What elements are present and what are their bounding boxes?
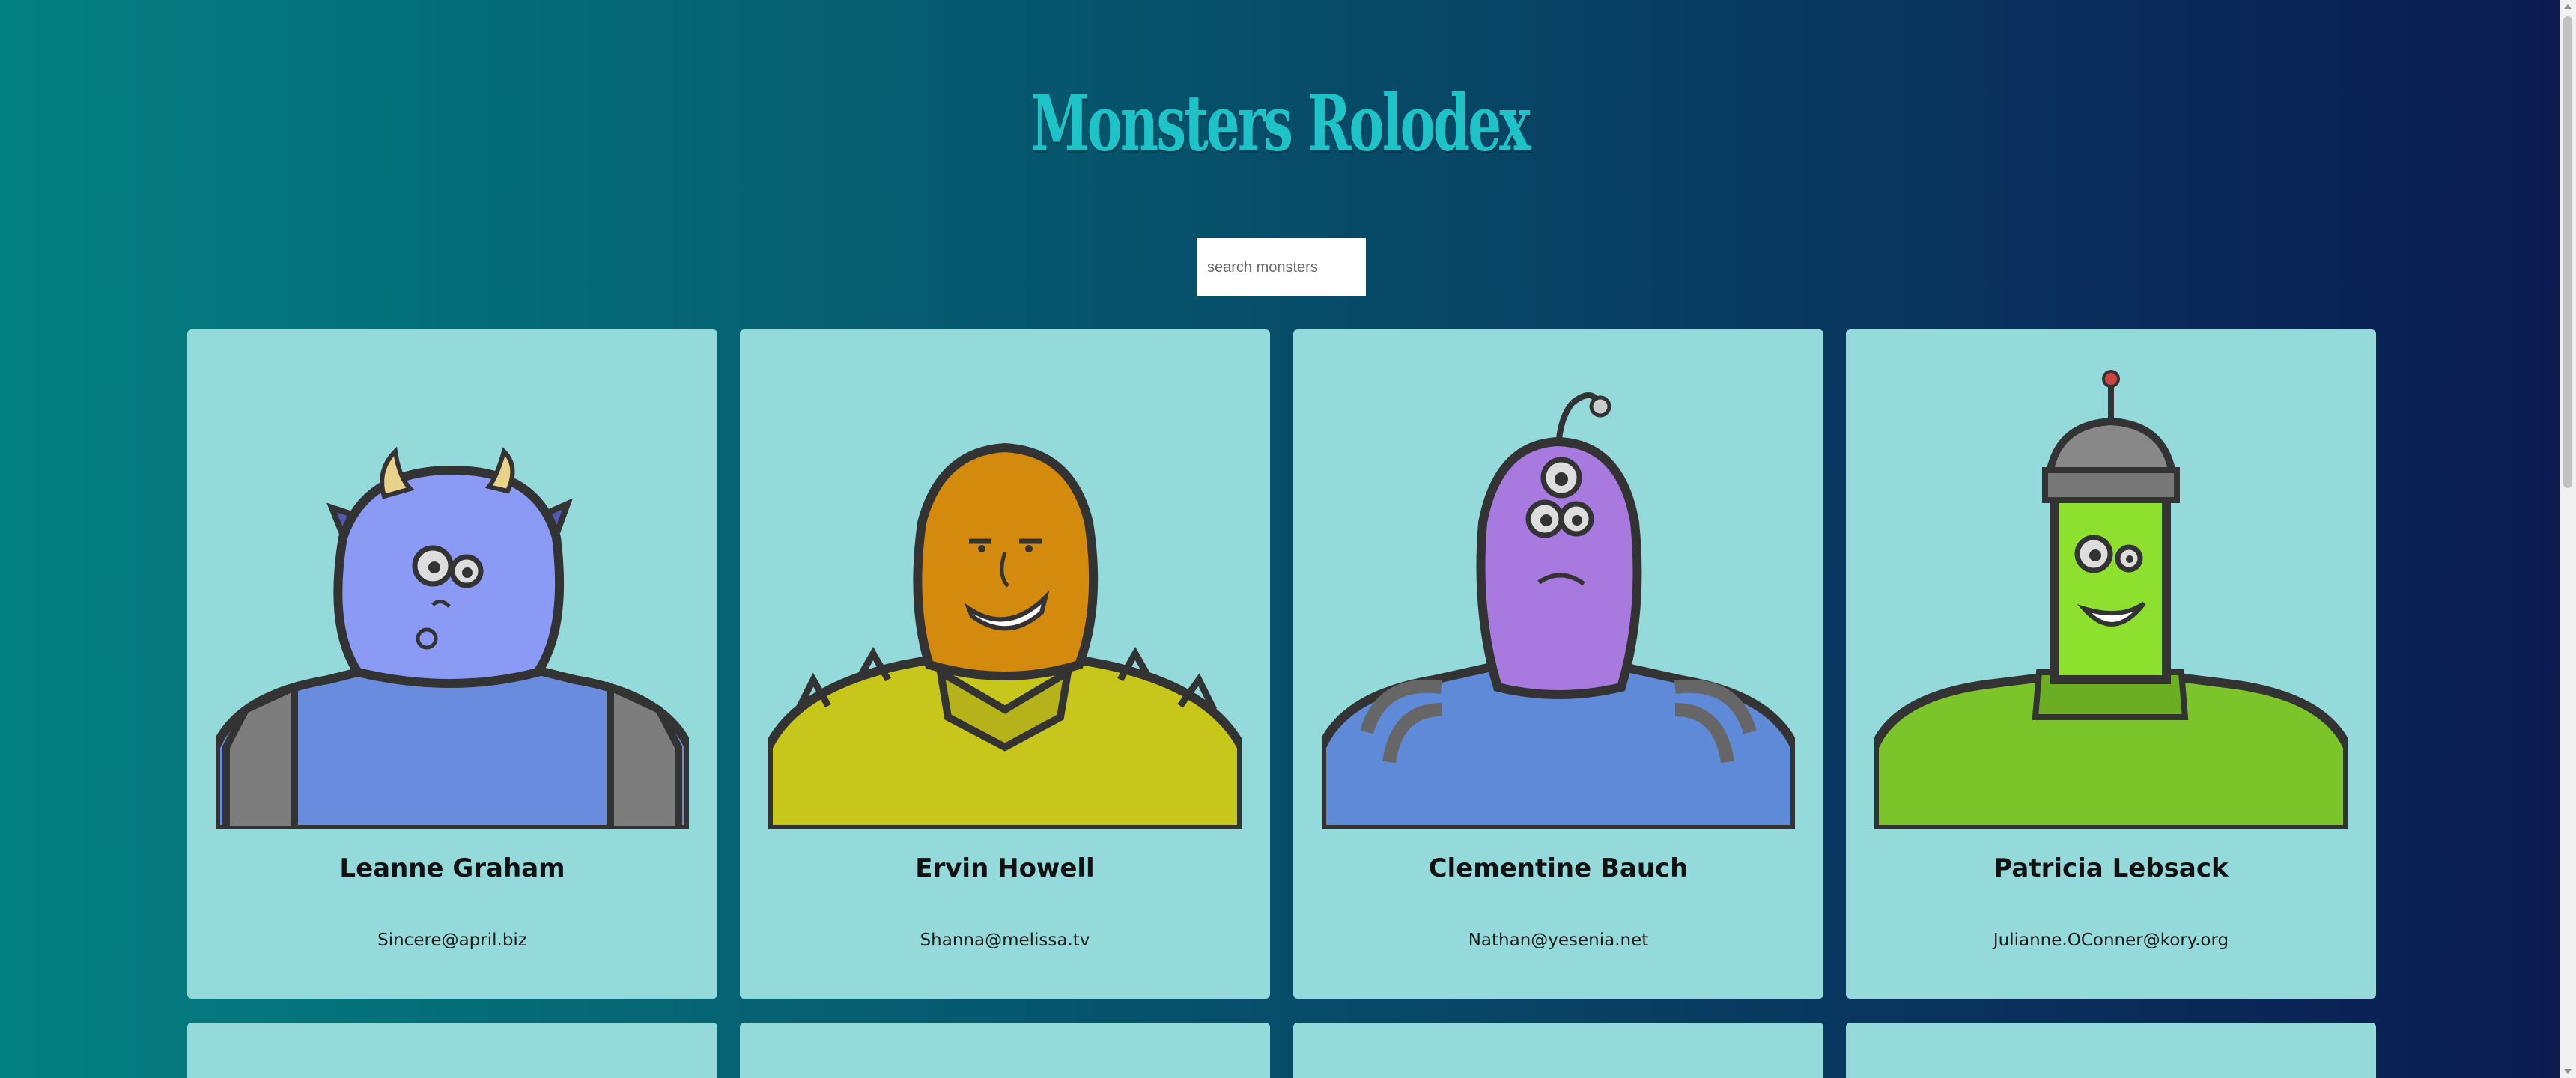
monster-card[interactable]	[1846, 1023, 2376, 1078]
scroll-up-icon[interactable]	[2564, 4, 2572, 9]
monster-avatar	[1874, 358, 2348, 829]
monster-card[interactable]	[187, 1023, 717, 1078]
monster-email: Julianne.OConner@kory.org	[1993, 931, 2229, 950]
monster-name: Clementine Bauch	[1428, 853, 1689, 883]
monster-email: Shanna@melissa.tv	[920, 931, 1090, 950]
scroll-down-icon[interactable]	[2564, 1069, 2572, 1074]
monster-card[interactable]: Leanne Graham Sincere@april.biz	[187, 329, 717, 999]
orange-hooded-monster-icon	[768, 442, 1242, 829]
monster-card[interactable]: Patricia Lebsack Julianne.OConner@kory.o…	[1846, 329, 2376, 999]
monster-name: Leanne Graham	[339, 853, 565, 883]
monster-name: Patricia Lebsack	[1993, 853, 2229, 883]
monster-card[interactable]: Clementine Bauch Nathan@yesenia.net	[1293, 329, 1823, 999]
page-title: Monsters Rolodex	[1030, 79, 1531, 169]
page-scrollbar[interactable]	[2560, 0, 2576, 1078]
blue-horned-monster-icon	[216, 446, 689, 829]
monster-card[interactable]	[1293, 1023, 1823, 1078]
search-input[interactable]	[1197, 238, 1366, 296]
monster-avatar	[768, 358, 1242, 829]
monster-email: Nathan@yesenia.net	[1468, 931, 1649, 950]
monster-email: Sincere@april.biz	[377, 931, 527, 950]
monster-name: Ervin Howell	[915, 853, 1095, 883]
scrollbar-thumb[interactable]	[2563, 16, 2572, 488]
monster-card[interactable]	[740, 1023, 1270, 1078]
monster-avatar	[216, 358, 689, 829]
purple-cyclops-monster-icon	[1322, 392, 1795, 829]
monster-card[interactable]: Ervin Howell Shanna@melissa.tv	[740, 329, 1270, 999]
green-robot-monster-icon	[1874, 370, 2348, 829]
monster-avatar	[1322, 358, 1795, 829]
page: Monsters Rolodex search monsters Leanne …	[0, 0, 2560, 1078]
